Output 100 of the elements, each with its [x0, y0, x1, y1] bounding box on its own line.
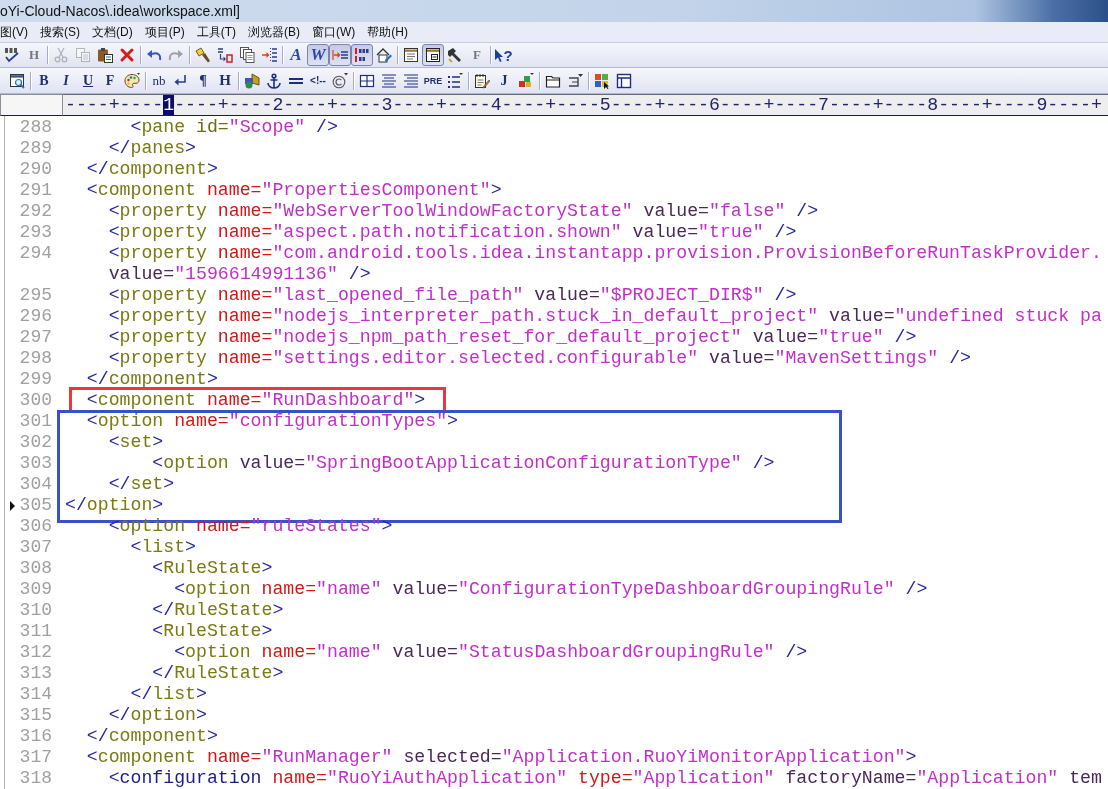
curved-arrow-icon — [146, 47, 162, 63]
code-line: </option> — [65, 495, 164, 516]
ruler-scale: ----+---- — [65, 95, 164, 115]
code-line: </set> — [108, 474, 175, 495]
pointer-arrow-icon — [495, 48, 504, 62]
paragraph-button[interactable]: ¶ — [192, 69, 214, 92]
bracket-arrow-icon — [567, 72, 583, 89]
heading-button[interactable]: H — [214, 69, 236, 92]
line-number: 289 — [19, 138, 52, 159]
check-mark-icon — [4, 47, 20, 63]
code-line: </RuleState> — [152, 600, 284, 621]
code-line: <component name="PropertiesComponent"> — [86, 180, 502, 201]
line-number: 288 — [19, 117, 52, 138]
code-line: </option> — [108, 705, 207, 726]
code-line: </panes> — [108, 138, 196, 159]
cross-icon — [119, 47, 135, 63]
line-number: 305 — [19, 495, 52, 516]
code-line: value="1596614991136" /> — [108, 264, 371, 285]
table-grid-icon — [359, 72, 375, 89]
colored-blocks-icon — [518, 72, 534, 89]
line-number: 318 — [19, 768, 52, 789]
html-page-button[interactable]: H — [23, 44, 45, 66]
flashlight-icon — [195, 47, 211, 63]
preformatted-button[interactable]: PRE — [422, 69, 444, 92]
line-number: 307 — [19, 537, 52, 558]
line-number: 291 — [19, 180, 52, 201]
lines-icon — [403, 72, 419, 89]
font-button[interactable]: A — [285, 44, 307, 66]
code-line: <property name="nodejs_interpreter_path.stuck_in_default_project" value="undefined stuck pa — [108, 306, 1102, 327]
window-icon — [403, 47, 419, 63]
italic-button[interactable]: I — [55, 69, 77, 92]
auto-indent-button[interactable] — [329, 44, 351, 66]
code-line: <property name="com.android.tools.idea.instantapp.provision.ProvisionBeforeRunTaskProvider. — [108, 243, 1102, 264]
circled-arc-icon — [332, 72, 348, 89]
line-number: 303 — [19, 453, 52, 474]
arrow-lines-icon — [332, 47, 348, 63]
comment-button[interactable]: <!-- — [307, 69, 329, 92]
window-panel-icon — [425, 47, 441, 63]
font-tag-button[interactable]: F — [99, 69, 121, 92]
line-number: 290 — [19, 159, 52, 180]
code-line: <option name="name" value="ConfigurationTypeDashboardGroupingRule" /> — [174, 579, 928, 600]
line-number: 316 — [19, 726, 52, 747]
menu-item[interactable]: 图(V) — [0, 21, 34, 43]
bullet-list-icon — [447, 72, 463, 89]
function-page-button[interactable]: F — [466, 44, 488, 66]
menu-item[interactable]: 文档(D) — [86, 21, 139, 43]
line-number: 308 — [19, 558, 52, 579]
code-line: <option name="name" value="StatusDashboardGroupingRule" /> — [174, 642, 808, 663]
menu-item[interactable]: 浏览器(B) — [242, 21, 306, 43]
code-line: <list> — [130, 537, 196, 558]
code-line: <option value="SpringBootApplicationConfigurationType" /> — [152, 453, 775, 474]
code-line: <property name="settings.editor.selected.configurable" value="MavenSettings" /> — [108, 348, 971, 369]
pages-icon — [75, 47, 91, 63]
line-number: 302 — [19, 432, 52, 453]
ruler-scale: ----+----2----+----3----+----4----+----5----+----6----+----7----+----8----+----9----+ — [174, 95, 1102, 115]
curved-arrow-icon — [168, 47, 184, 63]
line-number: 298 — [19, 348, 52, 369]
line-number: 306 — [19, 516, 52, 537]
menu-item[interactable]: 工具(T) — [190, 21, 242, 43]
code-line: </component> — [86, 369, 218, 390]
line-number: 309 — [19, 579, 52, 600]
help-button[interactable]: ? — [493, 44, 515, 66]
code-line: </component> — [86, 159, 218, 180]
code-line: <component name="RunManager" selected="Application.RuoYiMonitorApplication"> — [86, 747, 917, 768]
code-line: <component name="RunDashboard"> — [86, 390, 426, 411]
menu-item[interactable]: 搜索(S) — [34, 21, 86, 43]
text-case-button[interactable] — [351, 44, 373, 66]
menu-item[interactable]: 窗口(W) — [306, 21, 362, 43]
window-magnifier-icon — [9, 72, 25, 89]
line-number: 297 — [19, 327, 52, 348]
line-number: 315 — [19, 705, 52, 726]
stacked-pages-icon — [239, 47, 255, 63]
menu-item[interactable]: 帮助(H) — [361, 21, 414, 43]
line-number: 300 — [19, 390, 52, 411]
code-line: </RuleState> — [152, 663, 284, 684]
code-line: <property name="WebServerToolWindowFactoryState" value="false" /> — [108, 201, 819, 222]
script-button[interactable]: J — [493, 69, 515, 92]
panel-button[interactable] — [422, 44, 444, 66]
code-line: <set> — [108, 432, 164, 453]
color-squares-icon — [594, 72, 610, 89]
text-block-icon — [354, 47, 370, 63]
line-number: 304 — [19, 474, 52, 495]
code-line: <RuleState> — [152, 621, 273, 642]
line-number: 310 — [19, 600, 52, 621]
menu-item[interactable]: 项目(P) — [138, 21, 191, 43]
centered-lines-icon — [381, 72, 397, 89]
code-line: <property name="nodejs_npm_path_reset_for_default_project" value="true" /> — [108, 327, 917, 348]
hammer-icon — [447, 47, 463, 63]
code-line: </list> — [130, 684, 207, 705]
underline-button[interactable]: U — [77, 69, 99, 92]
nbsp-button[interactable]: nb — [148, 69, 170, 92]
code-line: <option name="configurationTypes"> — [86, 411, 458, 432]
line-number: 295 — [19, 285, 52, 306]
bold-button[interactable]: B — [33, 69, 55, 92]
line-number: 311 — [19, 621, 52, 642]
word-wrap-button[interactable]: W — [307, 44, 329, 66]
line-number: 293 — [19, 222, 52, 243]
line-number: 299 — [19, 369, 52, 390]
line-number: 301 — [19, 411, 52, 432]
code-line: <property name="last_opened_file_path" value="$PROJECT_DIR$" /> — [108, 285, 797, 306]
